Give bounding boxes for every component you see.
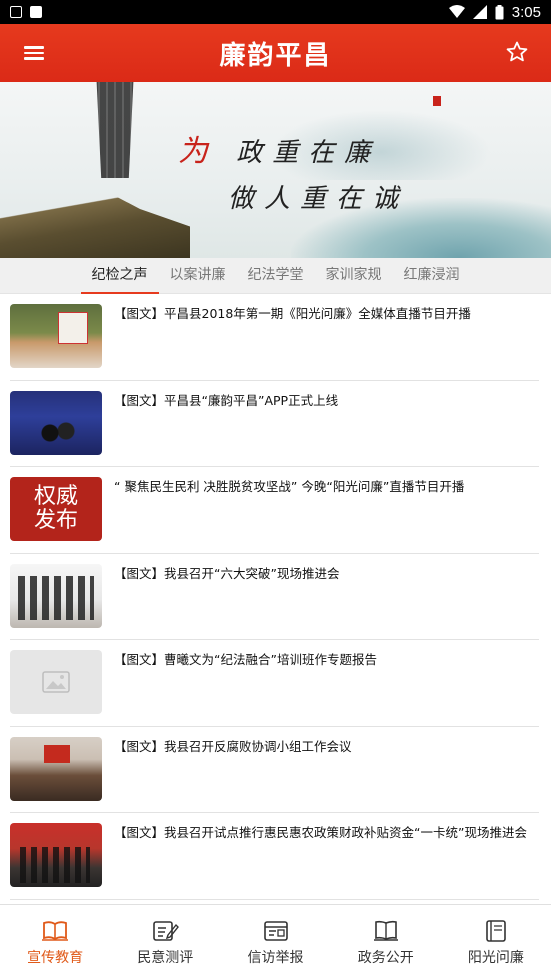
nav-xinfang[interactable]: 信访举报 bbox=[220, 905, 330, 980]
image-notification-icon bbox=[10, 6, 22, 18]
nav-label: 阳光问廉 bbox=[467, 950, 524, 966]
banner-slogan-2: 做人重在诚 bbox=[228, 184, 409, 214]
favorite-button[interactable] bbox=[505, 40, 529, 64]
news-thumbnail bbox=[10, 390, 102, 455]
signal-icon bbox=[472, 5, 487, 19]
news-title: 【图文】平昌县2018年第一期《阳光问廉》全媒体直播节目开播 bbox=[114, 306, 471, 321]
app-notification-icon bbox=[30, 6, 42, 18]
news-thumbnail bbox=[10, 736, 102, 801]
news-thumbnail bbox=[10, 304, 102, 368]
tab-yian[interactable]: 以案讲廉 bbox=[159, 258, 237, 294]
list-item[interactable]: 【图文】我县召开试点推行惠民惠农政策财政补贴资金“一卡统”现场推进会 bbox=[0, 813, 551, 900]
nav-label: 信访举报 bbox=[247, 950, 304, 966]
news-title: 【图文】我县召开反腐败协调小组工作会议 bbox=[114, 738, 352, 754]
notification-icons bbox=[10, 6, 42, 18]
nav-label: 政务公开 bbox=[357, 950, 414, 966]
news-title: “ 聚焦民生民利 决胜脱贫攻坚战” 今晚“阳光问廉”直播节目开播 bbox=[114, 479, 465, 494]
page-title: 廉韵平昌 bbox=[219, 40, 332, 71]
nav-minyi[interactable]: 民意测评 bbox=[110, 905, 220, 980]
menu-button[interactable] bbox=[24, 43, 46, 63]
tab-jifa[interactable]: 纪法学堂 bbox=[237, 258, 315, 294]
ink-brush-decoration bbox=[96, 82, 134, 178]
nav-xuanchuan[interactable]: 宣传教育 bbox=[0, 905, 110, 980]
menu-icon bbox=[24, 46, 44, 49]
book-open-icon bbox=[42, 921, 69, 941]
news-list: 【图文】平昌县2018年第一期《阳光问廉》全媒体直播节目开播 【图文】平昌县“廉… bbox=[0, 294, 551, 904]
news-thumbnail: 权威 发布 bbox=[10, 477, 102, 541]
status-time: 3:05 bbox=[511, 3, 541, 21]
news-thumbnail bbox=[10, 563, 102, 628]
list-item[interactable]: 【图文】我县召开反腐败协调小组工作会议 bbox=[0, 727, 551, 814]
edit-note-icon bbox=[153, 921, 180, 941]
nav-label: 民意测评 bbox=[137, 950, 194, 966]
bottom-navigation: 宣传教育 民意测评 信访举报 政务公开 阳光问廉 bbox=[0, 904, 551, 980]
news-thumbnail bbox=[10, 823, 102, 887]
banner-image[interactable]: 为 政重在廉 做人重在诚 bbox=[0, 82, 551, 258]
status-bar: 3:05 bbox=[0, 0, 551, 24]
thumbnail-caption: 权威 发布 bbox=[33, 484, 78, 533]
category-tabs: 纪检之声 以案讲廉 纪法学堂 家训家规 红廉浸润 bbox=[0, 258, 551, 294]
status-right: 3:05 bbox=[448, 3, 541, 21]
news-title: 【图文】曹曦文为“纪法融合”培训班作专题报告 bbox=[114, 652, 377, 667]
open-book-icon bbox=[373, 920, 398, 941]
battery-icon bbox=[495, 4, 504, 19]
nav-yangguang[interactable]: 阳光问廉 bbox=[441, 905, 551, 980]
list-item[interactable]: 【图文】平昌县“廉韵平昌”APP正式上线 bbox=[0, 381, 551, 468]
news-title: 【图文】平昌县“廉韵平昌”APP正式上线 bbox=[114, 392, 339, 408]
list-item[interactable]: 【图文】我县召开“六大突破”现场推进会 bbox=[0, 554, 551, 641]
list-item[interactable]: 权威 发布 “ 聚焦民生民利 决胜脱贫攻坚战” 今晚“阳光问廉”直播节目开播 bbox=[0, 467, 551, 554]
banner-slogan-1: 为 政重在廉 bbox=[178, 134, 381, 169]
news-thumbnail bbox=[10, 650, 102, 714]
tab-honglian[interactable]: 红廉浸润 bbox=[393, 258, 471, 294]
seal-stamp bbox=[433, 96, 441, 106]
image-placeholder-icon bbox=[42, 671, 70, 693]
nav-zhengwu[interactable]: 政务公开 bbox=[331, 905, 441, 980]
news-title: 【图文】我县召开试点推行惠民惠农政策财政补贴资金“一卡统”现场推进会 bbox=[114, 825, 527, 840]
list-item[interactable]: 【图文】平昌县2018年第一期《阳光问廉》全媒体直播节目开播 bbox=[0, 294, 551, 381]
mail-report-icon bbox=[263, 921, 288, 941]
tab-jijian[interactable]: 纪检之声 bbox=[80, 258, 159, 294]
tab-jiaxun[interactable]: 家训家规 bbox=[315, 258, 393, 294]
nav-label: 宣传教育 bbox=[27, 950, 84, 966]
app-header: 廉韵平昌 bbox=[0, 24, 551, 82]
great-wall-illustration bbox=[0, 188, 190, 258]
wifi-icon bbox=[448, 5, 465, 18]
notebook-icon bbox=[486, 920, 506, 942]
news-title: 【图文】我县召开“六大突破”现场推进会 bbox=[114, 565, 340, 581]
star-icon bbox=[506, 41, 528, 62]
list-item[interactable]: 【图文】曹曦文为“纪法融合”培训班作专题报告 bbox=[0, 640, 551, 727]
